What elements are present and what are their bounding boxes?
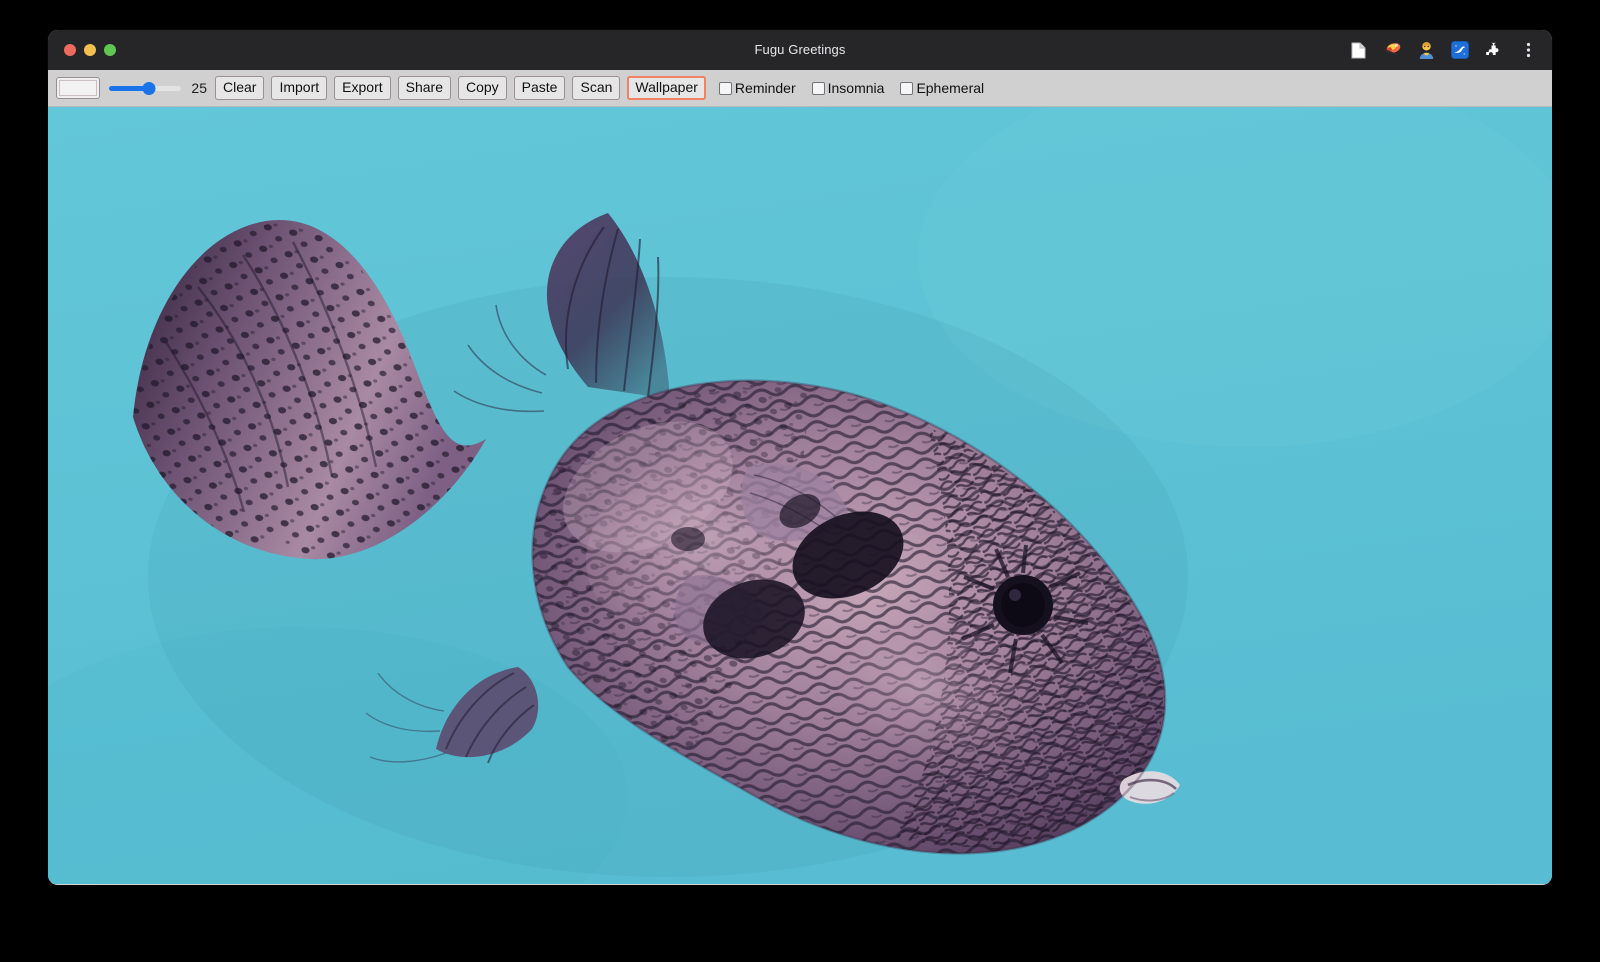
ephemeral-checkbox[interactable]: Ephemeral: [900, 80, 984, 96]
copy-button[interactable]: Copy: [458, 76, 507, 100]
maximize-window-button[interactable]: [104, 44, 116, 56]
ephemeral-checkbox-label: Ephemeral: [916, 80, 984, 96]
color-picker-input[interactable]: [56, 77, 100, 99]
window-title: Fugu Greetings: [48, 30, 1552, 70]
insomnia-checkbox[interactable]: Insomnia: [812, 80, 885, 96]
profile-avatar-icon[interactable]: [1416, 40, 1436, 60]
paste-button[interactable]: Paste: [514, 76, 566, 100]
colorful-bookmark-icon[interactable]: [1382, 40, 1402, 60]
window-titlebar: Fugu Greetings: [48, 30, 1552, 70]
pufferfish-photo: [48, 107, 1552, 884]
line-width-slider[interactable]: [109, 78, 181, 98]
ephemeral-checkbox-box[interactable]: [900, 82, 913, 95]
overflow-menu-icon[interactable]: [1518, 40, 1538, 60]
share-button[interactable]: Share: [398, 76, 451, 100]
slider-thumb[interactable]: [142, 82, 155, 95]
blue-extension-icon[interactable]: [1450, 40, 1470, 60]
app-toolbar: 25 Clear Import Export Share Copy Paste …: [48, 70, 1552, 107]
page-document-icon[interactable]: [1348, 40, 1368, 60]
minimize-window-button[interactable]: [84, 44, 96, 56]
screen-root: Fugu Greetings: [0, 0, 1600, 962]
insomnia-checkbox-box[interactable]: [812, 82, 825, 95]
color-swatch-preview: [59, 80, 97, 96]
wallpaper-button[interactable]: Wallpaper: [627, 76, 706, 100]
slider-value-label: 25: [189, 80, 207, 96]
traffic-light-controls: [64, 30, 116, 70]
clear-button[interactable]: Clear: [215, 76, 264, 100]
reminder-checkbox-box[interactable]: [719, 82, 732, 95]
browser-toolbar-icons: [1348, 30, 1538, 70]
drawing-canvas[interactable]: [48, 107, 1552, 884]
insomnia-checkbox-label: Insomnia: [828, 80, 885, 96]
reminder-checkbox-label: Reminder: [735, 80, 796, 96]
export-button[interactable]: Export: [334, 76, 390, 100]
puzzle-extensions-icon[interactable]: [1484, 40, 1504, 60]
close-window-button[interactable]: [64, 44, 76, 56]
import-button[interactable]: Import: [271, 76, 327, 100]
scan-button[interactable]: Scan: [572, 76, 620, 100]
reminder-checkbox[interactable]: Reminder: [719, 80, 796, 96]
application-window: Fugu Greetings: [48, 30, 1552, 885]
